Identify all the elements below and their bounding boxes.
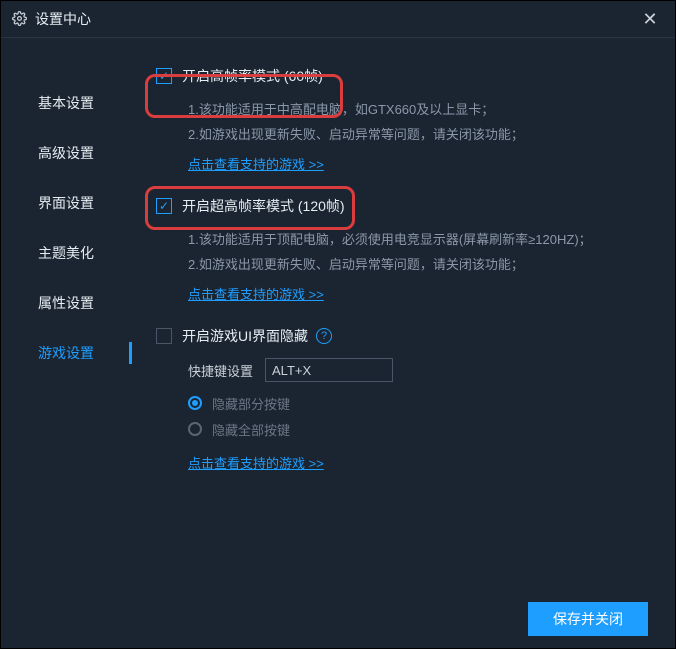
sidebar-item-label: 基本设置 xyxy=(38,93,94,113)
shortcut-label: 快捷键设置 xyxy=(188,361,253,380)
radio-icon xyxy=(188,422,202,436)
sidebar-item-label: 游戏设置 xyxy=(38,343,94,363)
sidebar-item-property[interactable]: 属性设置 xyxy=(0,278,132,328)
ultra-fps-note1: 1.该功能适用于顶配电脑，必须使用电竞显示器(屏幕刷新率≥120HZ)； xyxy=(188,228,656,253)
radio-label: 隐藏部分按键 xyxy=(212,394,290,413)
high-fps-label: 开启高帧率模式 (60帧) xyxy=(182,66,323,86)
gear-icon xyxy=(12,11,27,26)
main-panel: ✓ 开启高帧率模式 (60帧) 1.该功能适用于中高配电脑，如GTX660及以上… xyxy=(132,38,676,589)
footer: 保存并关闭 xyxy=(0,589,676,649)
shortcut-input[interactable] xyxy=(265,358,393,382)
radio-hide-partial[interactable]: 隐藏部分按键 xyxy=(188,390,656,416)
sidebar-item-label: 主题美化 xyxy=(38,243,94,263)
section-hide-ui: ✓ 开启游戏UI界面隐藏 ? 快捷键设置 隐藏部分按键 隐藏全部按键 点击查看 xyxy=(156,326,656,477)
radio-label: 隐藏全部按键 xyxy=(212,420,290,439)
ultra-fps-link[interactable]: 点击查看支持的游戏 >> xyxy=(188,283,324,308)
checkbox-hide-ui[interactable]: ✓ xyxy=(156,328,172,344)
sidebar: 基本设置 高级设置 界面设置 主题美化 属性设置 游戏设置 xyxy=(0,38,132,589)
ultra-fps-note2: 2.如游戏出现更新失败、启动异常等问题，请关闭该功能； xyxy=(188,253,656,278)
ultra-fps-label: 开启超高帧率模式 (120帧) xyxy=(182,196,345,216)
sidebar-item-theme[interactable]: 主题美化 xyxy=(0,228,132,278)
checkbox-ultra-fps[interactable]: ✓ xyxy=(156,198,172,214)
sidebar-item-label: 高级设置 xyxy=(38,143,94,163)
close-icon[interactable]: ✕ xyxy=(636,10,664,28)
high-fps-note1: 1.该功能适用于中高配电脑，如GTX660及以上显卡； xyxy=(188,98,656,123)
sidebar-item-basic[interactable]: 基本设置 xyxy=(0,78,132,128)
section-ultra-fps: ✓ 开启超高帧率模式 (120帧) 1.该功能适用于顶配电脑，必须使用电竞显示器… xyxy=(156,196,656,308)
hide-ui-label: 开启游戏UI界面隐藏 xyxy=(182,326,308,346)
window-title: 设置中心 xyxy=(35,9,636,29)
help-icon[interactable]: ? xyxy=(316,328,332,344)
sidebar-item-label: 属性设置 xyxy=(38,293,94,313)
sidebar-item-game[interactable]: 游戏设置 xyxy=(0,328,132,378)
radio-hide-all[interactable]: 隐藏全部按键 xyxy=(188,416,656,442)
sidebar-item-interface[interactable]: 界面设置 xyxy=(0,178,132,228)
high-fps-note2: 2.如游戏出现更新失败、启动异常等问题，请关闭该功能； xyxy=(188,123,656,148)
hide-ui-link[interactable]: 点击查看支持的游戏 >> xyxy=(188,452,324,477)
titlebar: 设置中心 ✕ xyxy=(0,0,676,38)
section-high-fps: ✓ 开启高帧率模式 (60帧) 1.该功能适用于中高配电脑，如GTX660及以上… xyxy=(156,66,656,178)
sidebar-item-label: 界面设置 xyxy=(38,193,94,213)
high-fps-link[interactable]: 点击查看支持的游戏 >> xyxy=(188,153,324,178)
radio-icon xyxy=(188,396,202,410)
sidebar-item-advanced[interactable]: 高级设置 xyxy=(0,128,132,178)
checkbox-high-fps[interactable]: ✓ xyxy=(156,68,172,84)
save-close-button[interactable]: 保存并关闭 xyxy=(528,602,648,636)
